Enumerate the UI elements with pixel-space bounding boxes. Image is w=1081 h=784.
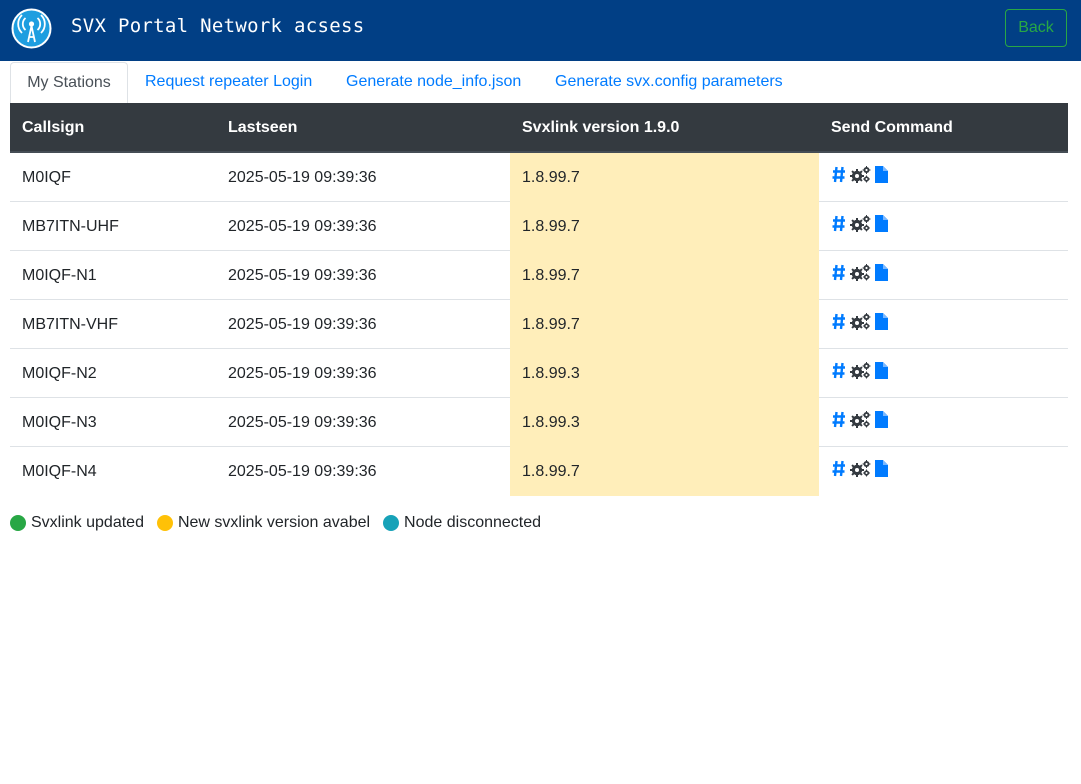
hash-icon[interactable] [832, 460, 846, 482]
table-row: MB7ITN-VHF 2025-05-19 09:39:36 1.8.99.7 [10, 300, 1068, 349]
cell-version: 1.8.99.3 [510, 398, 819, 447]
tab-my-stations[interactable]: My Stations [10, 62, 128, 103]
table-row: M0IQF-N4 2025-05-19 09:39:36 1.8.99.7 [10, 447, 1068, 496]
tab-request-repeater-login[interactable]: Request repeater Login [145, 62, 312, 103]
navbar: SVX Portal Network acsess Back [0, 0, 1081, 61]
cell-lastseen: 2025-05-19 09:39:36 [228, 169, 377, 186]
cell-callsign: M0IQF-N3 [22, 414, 97, 431]
table-row: M0IQF-N3 2025-05-19 09:39:36 1.8.99.3 [10, 398, 1068, 447]
tab-generate-node-info[interactable]: Generate node_info.json [346, 62, 521, 103]
hash-icon[interactable] [832, 264, 846, 286]
header-lastseen: Lastseen [228, 119, 298, 136]
cell-lastseen: 2025-05-19 09:39:36 [228, 267, 377, 284]
header-callsign: Callsign [22, 119, 85, 136]
cell-callsign: M0IQF-N4 [22, 463, 97, 480]
nav-tabs: My Stations Request repeater Login Gener… [10, 62, 1068, 103]
header-svxlink-version: Svxlink version 1.9.0 [522, 119, 680, 136]
file-icon[interactable] [875, 362, 888, 384]
teal-dot-icon [383, 515, 400, 531]
cell-version: 1.8.99.7 [510, 447, 819, 496]
command-icons [832, 166, 892, 188]
app-title: SVX Portal Network acsess [71, 15, 365, 37]
table-row: M0IQF 2025-05-19 09:39:36 1.8.99.7 [10, 153, 1068, 202]
gears-icon[interactable] [850, 313, 871, 335]
header-send-command: Send Command [831, 119, 953, 136]
cell-version: 1.8.99.7 [510, 153, 819, 202]
command-icons [832, 313, 892, 335]
gears-icon[interactable] [850, 362, 871, 384]
hash-icon[interactable] [832, 362, 846, 384]
gears-icon[interactable] [850, 460, 871, 482]
hash-icon[interactable] [832, 411, 846, 433]
cell-version: 1.8.99.7 [510, 202, 819, 251]
green-dot-icon [10, 515, 26, 531]
antenna-logo-icon [11, 8, 52, 49]
hash-icon[interactable] [832, 215, 846, 237]
command-icons [832, 215, 892, 237]
file-icon[interactable] [875, 215, 888, 237]
file-icon[interactable] [875, 166, 888, 188]
cell-version: 1.8.99.7 [510, 251, 819, 300]
status-legend: Svxlink updated New svxlink version avab… [10, 513, 554, 533]
cell-lastseen: 2025-05-19 09:39:36 [228, 218, 377, 235]
back-button[interactable]: Back [1005, 9, 1067, 47]
file-icon[interactable] [875, 411, 888, 433]
hash-icon[interactable] [832, 166, 846, 188]
cell-lastseen: 2025-05-19 09:39:36 [228, 365, 377, 382]
legend-item-disconnected: Node disconnected [383, 514, 541, 532]
table-row: M0IQF-N1 2025-05-19 09:39:36 1.8.99.7 [10, 251, 1068, 300]
yellow-dot-icon [156, 515, 173, 531]
legend-item-updated: Svxlink updated [10, 514, 144, 532]
gears-icon[interactable] [850, 166, 871, 188]
cell-callsign: M0IQF-N2 [22, 365, 97, 382]
legend-label: Node disconnected [404, 514, 542, 531]
cell-version: 1.8.99.3 [510, 349, 819, 398]
cell-callsign: M0IQF-N1 [22, 267, 97, 284]
command-icons [832, 264, 892, 286]
gears-icon[interactable] [850, 215, 871, 237]
command-icons [832, 362, 892, 384]
file-icon[interactable] [875, 313, 888, 335]
gears-icon[interactable] [850, 264, 871, 286]
legend-label: Svxlink updated [31, 514, 144, 531]
table-row: MB7ITN-UHF 2025-05-19 09:39:36 1.8.99.7 [10, 202, 1068, 251]
gears-icon[interactable] [850, 411, 871, 433]
table-body: M0IQF 2025-05-19 09:39:36 1.8.99.7 MB7ITN-U… [10, 153, 1068, 496]
stations-table: Callsign Lastseen Svxlink version 1.9.0 … [10, 103, 1068, 496]
file-icon[interactable] [875, 264, 888, 286]
table-header: Callsign Lastseen Svxlink version 1.9.0 … [10, 103, 1068, 153]
table-row: M0IQF-N2 2025-05-19 09:39:36 1.8.99.3 [10, 349, 1068, 398]
cell-callsign: MB7ITN-UHF [22, 218, 119, 235]
cell-callsign: M0IQF [22, 169, 71, 186]
legend-label: New svxlink version avabel [177, 514, 371, 531]
cell-callsign: MB7ITN-VHF [22, 316, 118, 333]
legend-item-new-version: New svxlink version avabel [156, 514, 371, 532]
cell-lastseen: 2025-05-19 09:39:36 [228, 316, 377, 333]
command-icons [832, 460, 892, 482]
tab-generate-svx-config[interactable]: Generate svx.config parameters [555, 62, 783, 103]
command-icons [832, 411, 892, 433]
hash-icon[interactable] [832, 313, 846, 335]
file-icon[interactable] [875, 460, 888, 482]
cell-version: 1.8.99.7 [510, 300, 819, 349]
cell-lastseen: 2025-05-19 09:39:36 [228, 463, 377, 480]
cell-lastseen: 2025-05-19 09:39:36 [228, 414, 377, 431]
